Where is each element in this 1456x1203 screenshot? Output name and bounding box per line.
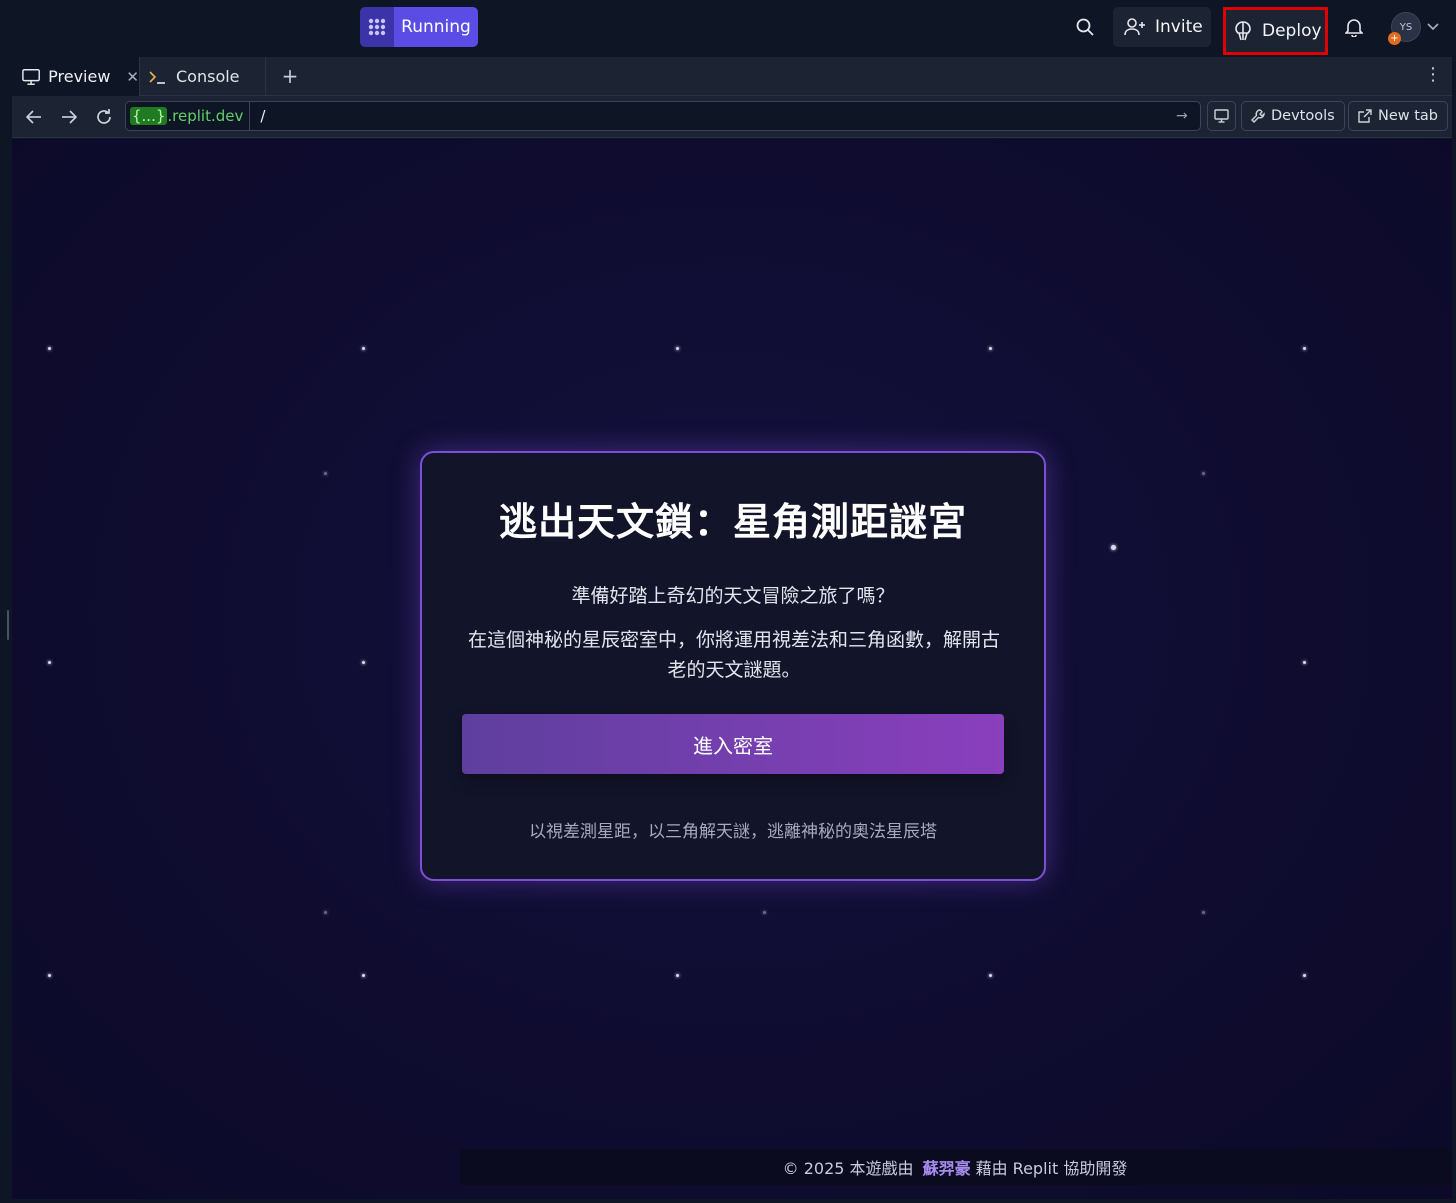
wrench-icon (1251, 109, 1265, 123)
account-menu[interactable]: YS + (1388, 12, 1439, 45)
browser-toolbar: {...} .replit.dev / → Devtools New tab (12, 96, 1452, 138)
tab-console[interactable]: Console (140, 57, 266, 96)
devtools-label: Devtools (1271, 108, 1335, 124)
tagline: 以視差測星距，以三角解天謎，逃離神秘的奧法星辰塔 (529, 822, 937, 842)
new-tab-label: New tab (1378, 108, 1439, 124)
run-icon (360, 7, 394, 47)
invite-label: Invite (1155, 17, 1203, 37)
top-bar: Running Invite Deploy YS + (0, 0, 1456, 56)
footer-prefix: © 2025 本遊戲由 (782, 1159, 914, 1178)
run-label: Running (394, 7, 478, 47)
star (1202, 472, 1205, 475)
url-host: {...} .replit.dev (126, 102, 251, 130)
resize-handle[interactable] (7, 610, 9, 640)
new-tab-button[interactable]: New tab (1348, 101, 1449, 131)
star (362, 661, 365, 664)
back-button[interactable] (21, 104, 47, 130)
arrow-left-icon (26, 110, 41, 124)
star (362, 974, 365, 977)
credits-footer: © 2025 本遊戲由 蘇羿豪 藉由 Replit 協助開發 (460, 1149, 1450, 1185)
tab-bar: Preview ✕ Console + ⋮ (12, 57, 1452, 96)
star (48, 661, 51, 664)
star (1303, 974, 1306, 977)
tab-preview[interactable]: Preview ✕ (12, 57, 140, 96)
star (989, 347, 992, 350)
invite-button[interactable]: Invite (1113, 7, 1211, 47)
intro-description: 在這個神秘的星辰密室中，你將運用視差法和三角函數，解開古老的天文謎題。 (467, 629, 1000, 681)
chevron-down-icon (1427, 23, 1439, 31)
add-tab-button[interactable]: + (277, 63, 303, 89)
external-link-icon (1358, 109, 1372, 123)
intro-card: 逃出天文鎖：星角測距謎宮 準備好踏上奇幻的天文冒險之旅了嗎？ 在這個神秘的星辰密… (420, 451, 1046, 881)
arrow-right-icon (62, 110, 77, 124)
star (362, 347, 365, 350)
page-title: 逃出天文鎖：星角測距謎宮 (498, 500, 967, 544)
url-field[interactable]: {...} .replit.dev / → (125, 101, 1201, 131)
star (324, 911, 327, 914)
star (48, 347, 51, 350)
notifications-button[interactable] (1337, 10, 1371, 44)
star (1303, 347, 1306, 350)
star (48, 974, 51, 977)
star (676, 974, 679, 977)
run-button[interactable]: Running (360, 7, 478, 47)
star (676, 347, 679, 350)
search-button[interactable] (1068, 10, 1102, 44)
tab-preview-label: Preview (48, 67, 111, 86)
monitor-icon (22, 68, 40, 85)
star (1303, 661, 1306, 664)
monitor-small-icon (1214, 109, 1229, 123)
tab-console-label: Console (176, 67, 240, 86)
star (1202, 911, 1205, 914)
deploy-icon (1235, 21, 1251, 41)
star (324, 472, 327, 475)
add-user-icon (1124, 18, 1145, 36)
terminal-icon (149, 70, 165, 84)
more-options-icon[interactable]: ⋮ (1424, 64, 1442, 85)
devtools-button[interactable]: Devtools (1241, 101, 1345, 131)
star (989, 974, 992, 977)
device-preview-button[interactable] (1207, 101, 1236, 131)
deploy-label: Deploy (1262, 21, 1322, 41)
avatar-initials: YS (1399, 21, 1413, 33)
reload-button[interactable] (91, 104, 117, 130)
enter-room-button[interactable]: 進入密室 (462, 714, 1004, 774)
footer-suffix: 藉由 Replit 協助開發 (975, 1159, 1128, 1178)
intro-subtitle: 準備好踏上奇幻的天文冒險之旅了嗎？ (571, 585, 895, 607)
close-tab-icon[interactable]: ✕ (126, 68, 139, 86)
url-host-code: {...} (130, 107, 168, 125)
star (763, 911, 766, 914)
star (1111, 545, 1116, 550)
footer-author: 蘇羿豪 (922, 1159, 971, 1178)
preview-pane: 逃出天文鎖：星角測距謎宮 準備好踏上奇幻的天文冒險之旅了嗎？ 在這個神秘的星辰密… (12, 139, 1452, 1199)
url-path[interactable]: / (250, 107, 1176, 125)
deploy-button[interactable]: Deploy (1223, 7, 1328, 55)
go-arrow-icon[interactable]: → (1176, 108, 1200, 124)
reload-icon (97, 109, 111, 124)
avatar[interactable]: YS + (1388, 12, 1421, 45)
bell-icon (1345, 19, 1363, 37)
forward-button[interactable] (56, 104, 82, 130)
search-icon (1076, 18, 1094, 36)
plus-badge-icon: + (1388, 32, 1401, 45)
url-host-domain: .replit.dev (167, 107, 244, 125)
